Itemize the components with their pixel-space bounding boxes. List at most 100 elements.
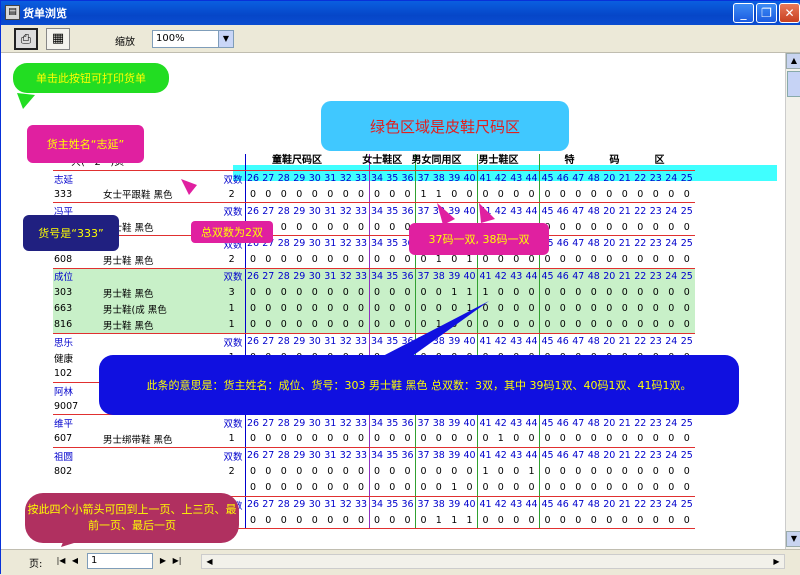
section-header: 童鞋尺码区 — [272, 155, 322, 166]
customer-row[interactable]: 祖圆 双数 26 27 28 29 30 31 32 33 34 35 36 37 38 39 40 41 42 43… — [53, 447, 695, 464]
size-qty: 0 — [400, 186, 416, 204]
size-qty: 1 — [446, 479, 462, 497]
size-qty: 0 — [555, 186, 571, 204]
item-row[interactable]: 663 男士鞋(成 黑色 1 0 0 0 0 0 0 0 0 0 0 0 0 0 0 1 0 0 0 0 0 0 0 0 0 0 0 0 0… — [53, 300, 695, 317]
size-label: 33 — [354, 205, 368, 217]
size-label: 37 — [415, 170, 431, 187]
size-label: 20 — [603, 450, 616, 462]
print-arrow — [17, 93, 35, 109]
size-label: 38 — [432, 336, 445, 348]
next-page-icon[interactable]: ▶ — [157, 554, 169, 568]
customer-row[interactable]: 维平 双数 26 27 28 29 30 31 32 33 34 35 36 37 38 39 40 41 42 43… — [53, 414, 695, 432]
size-qty: 0 — [384, 316, 400, 334]
size-qty: 0 — [632, 219, 648, 236]
item-code: 333 — [53, 186, 103, 204]
size-qty: 0 — [307, 431, 323, 448]
double-label: 双数 — [203, 268, 245, 285]
customer-row[interactable]: 成位 双数 26 27 28 29 30 31 32 33 34 35 36 37 38 39 40 41 42 43… — [53, 268, 695, 285]
size-qty: 0 — [679, 219, 695, 236]
size-qty: 0 — [663, 316, 679, 334]
size-qty: 0 — [265, 466, 272, 478]
size-qty: 0 — [586, 284, 602, 301]
scroll-up-icon[interactable]: ▲ — [786, 53, 800, 69]
size-label: 46 — [556, 499, 569, 511]
size-qty: 0 — [338, 219, 354, 236]
size-label: 42 — [494, 173, 507, 185]
scroll-right-icon[interactable]: ▶ — [769, 555, 784, 568]
size-qty: 0 — [493, 300, 509, 317]
size-label: 35 — [386, 205, 399, 217]
size-label: 33 — [354, 450, 368, 462]
size-qty: 0 — [462, 186, 478, 204]
chevron-down-icon[interactable]: ▼ — [218, 31, 233, 47]
size-label: 39 — [446, 268, 462, 285]
item-row[interactable]: 607 男士绑带鞋 黑色 1 0 0 0 0 0 0 0 0 0 0 0 0 0 0 0 0 1 0 0 0 0 0 0 0 0 0 0 0… — [53, 431, 695, 448]
size-qty: 0 — [524, 512, 540, 530]
size-qty: 0 — [353, 251, 369, 269]
size-label: 20 — [603, 205, 616, 217]
prev-page-icon[interactable]: ◀ — [69, 554, 81, 568]
size-label: 21 — [618, 450, 631, 462]
size-qty: 0 — [338, 251, 354, 269]
item-desc: 男士绑带鞋 黑色 — [103, 431, 203, 448]
page-setup-button[interactable]: ▦ — [46, 28, 70, 50]
size-qty: 0 — [462, 479, 478, 497]
customer-row[interactable]: 细长双数262728293031323334353637383940414243… — [53, 235, 695, 252]
size-label: 25 — [680, 417, 693, 429]
size-label: 37 — [415, 333, 431, 350]
first-page-icon[interactable]: |◀ — [55, 554, 67, 568]
size-label: 39 — [448, 499, 461, 511]
zoom-select[interactable]: 100% ▼ — [152, 30, 234, 48]
size-qty: 0 — [244, 479, 261, 497]
size-label: 29 — [293, 499, 306, 511]
size-label: 39 — [448, 417, 461, 429]
size-qty: 0 — [668, 466, 675, 478]
size-qty: 0 — [368, 251, 385, 269]
size-label: 30 — [308, 499, 321, 511]
item-row[interactable]: 303 男士鞋 黑色 3 0 0 0 0 0 0 0 0 0 0 0 0 0 1 1 1 0 0 0 0 0 0 0 0 0 0 0 0 0 — [53, 284, 695, 301]
item-row[interactable]: 333 女士平跟鞋 黑色 2 0 0 0 0 0 0 0 0 0 0 0 1 1 0 0 0 0 0 0 0 0 0 0 0 0 0 0 0… — [53, 186, 695, 204]
page-input[interactable]: 1 — [87, 553, 153, 569]
title-bar[interactable]: ▤ 货单浏览 _ ❐ ✕ — [1, 1, 800, 25]
item-row[interactable]: 608 男士鞋 黑色 2 0 0 0 0 0 0 0 0 0 0 0 0 1 0 1 0 0 0 0 0 0 0 0 0 0 0 0 0 0 — [53, 251, 695, 269]
size-qty: 0 — [477, 300, 493, 317]
scroll-thumb[interactable] — [787, 71, 800, 97]
item-row[interactable]: 男士鞋 黑色200000000000001100000000000000 — [53, 219, 695, 236]
size-label: 23 — [649, 238, 662, 250]
size-label: 47 — [572, 417, 585, 429]
restore-button[interactable]: ❐ — [756, 3, 777, 23]
size-qty: 0 — [276, 186, 292, 204]
size-qty: 0 — [276, 316, 292, 334]
horizontal-scrollbar[interactable]: ◀ ▶ — [201, 554, 785, 569]
minimize-button[interactable]: _ — [733, 3, 754, 23]
size-label: 41 — [477, 333, 493, 350]
vertical-scrollbar[interactable]: ▲ ▼ — [785, 53, 800, 549]
print-button[interactable]: ⎙ — [14, 28, 38, 50]
size-qty: 0 — [663, 186, 679, 204]
size-qty: 0 — [322, 479, 338, 497]
customer-row[interactable]: 思乐 双数 26 27 28 29 30 31 32 33 34 35 36 37 38 39 40 41 42 43… — [53, 333, 695, 350]
scroll-left-icon[interactable]: ◀ — [202, 555, 217, 568]
size-label: 42 — [493, 268, 509, 285]
scroll-down-icon[interactable]: ▼ — [786, 531, 800, 547]
size-label: 23 — [649, 417, 662, 429]
item-row[interactable]: 816 男士鞋 黑色 1 0 0 0 0 0 0 0 0 0 0 0 0 1 0 0 0 0 0 0 0 0 0 0 0 0 0 0 0 0 — [53, 316, 695, 334]
double-label: 双数 — [223, 451, 243, 463]
last-page-icon[interactable]: ▶| — [171, 554, 183, 568]
size-qty: 0 — [648, 300, 664, 317]
report-viewport[interactable]: 一共( 2 )页 志延双数262728293031323334353637383… — [1, 53, 785, 549]
item-row[interactable]: 802 2 0 0 0 0 0 0 0 0 0 0 0 0 0 0 0 1 0 0 1 0 0 0 0 0 0 0 0 0 0 — [53, 463, 695, 480]
customer-row[interactable]: 志延 双数 26 27 28 29 30 31 32 33 34 35 36 37 38 39 40 41 42 43… — [53, 170, 695, 187]
size-qty: 0 — [648, 284, 664, 301]
toolbar: ⎙ ▦ 缩放 100% ▼ — [1, 25, 800, 53]
close-button[interactable]: ✕ — [779, 3, 800, 23]
customer-row[interactable]: 冯平 双数 26 27 28 29 30 31 32 33 34 35 36 37 38 39 40 41 42 43… — [53, 202, 695, 220]
meaning-annotation: 此条的意思是：货主姓名：成位、货号：303 男士鞋 黑色 总双数：3双，其中 3… — [99, 355, 739, 415]
size-label: 38 — [432, 499, 445, 511]
size-label: 22 — [632, 268, 648, 285]
size-qty: 0 — [404, 466, 411, 478]
size-label: 28 — [277, 238, 290, 250]
size-label: 35 — [386, 450, 399, 462]
size-qty: 0 — [384, 219, 400, 236]
size-qty: 0 — [648, 219, 664, 236]
